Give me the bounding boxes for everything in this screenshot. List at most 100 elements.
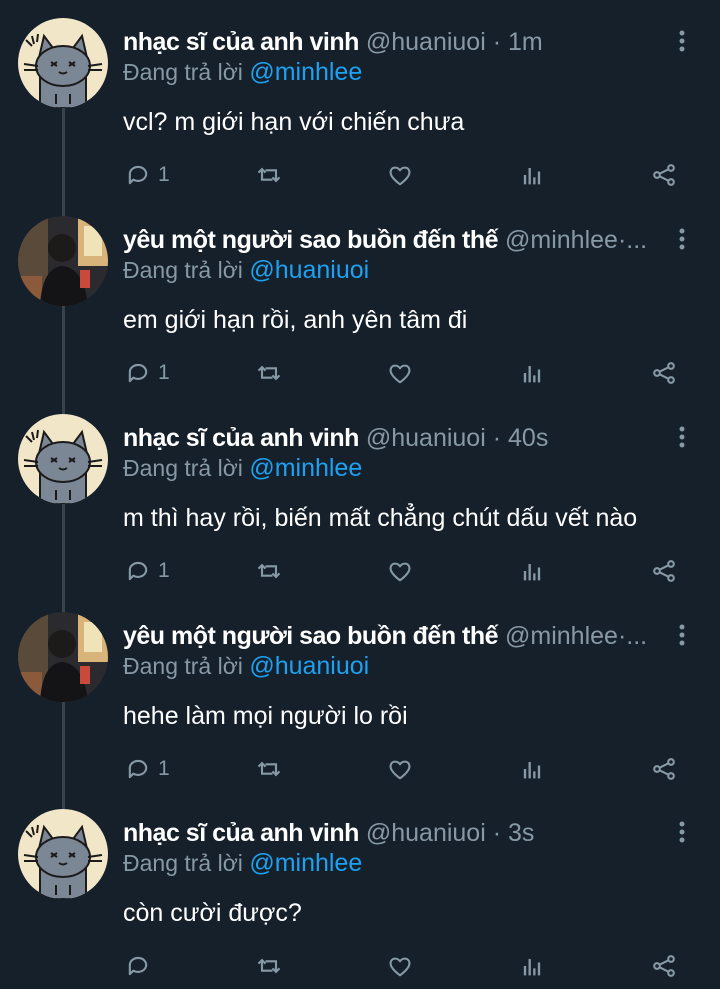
avatar[interactable]: [18, 18, 108, 108]
more-options-icon[interactable]: [670, 224, 694, 254]
tweet[interactable]: nhạc sĩ của anh vinh @huaniuoi · 3s Đang…: [0, 791, 720, 989]
analytics-button[interactable]: [518, 754, 546, 784]
reply-button[interactable]: [124, 951, 158, 981]
display-name[interactable]: nhạc sĩ của anh vinh: [123, 819, 359, 847]
tweet[interactable]: nhạc sĩ của anh vinh @huaniuoi · 1m Đang…: [0, 0, 720, 198]
user-handle[interactable]: @minhlee: [505, 622, 618, 650]
tweet[interactable]: yêu một người sao buồn đến thế @minhlee·…: [0, 594, 720, 792]
retweet-icon: [255, 755, 283, 783]
tweet[interactable]: yêu một người sao buồn đến thế @minhlee·…: [0, 198, 720, 396]
mention-link[interactable]: @minhlee: [249, 454, 362, 482]
retweet-icon: [255, 952, 283, 980]
user-handle[interactable]: @huaniuoi: [366, 819, 486, 847]
timestamp[interactable]: 3s: [508, 819, 534, 847]
avatar[interactable]: [18, 216, 108, 306]
avatar[interactable]: [18, 809, 108, 899]
analytics-icon: [518, 161, 546, 189]
separator: ·...: [617, 622, 648, 650]
tweet-text: em giới hạn rồi, anh yên tâm đi: [123, 306, 468, 334]
analytics-button[interactable]: [518, 951, 546, 981]
share-button[interactable]: [650, 951, 678, 981]
user-handle[interactable]: @huaniuoi: [366, 28, 486, 56]
reply-button[interactable]: 1: [124, 754, 170, 784]
mention-link[interactable]: @huaniuoi: [249, 256, 369, 284]
display-name[interactable]: yêu một người sao buồn đến thế: [123, 226, 499, 254]
share-button[interactable]: [650, 754, 678, 784]
retweet-button[interactable]: [255, 160, 283, 190]
user-handle[interactable]: @huaniuoi: [366, 424, 486, 452]
separator: ·: [492, 424, 502, 452]
more-options-icon[interactable]: [670, 817, 694, 847]
reply-count: 1: [158, 559, 170, 582]
more-options-icon[interactable]: [670, 620, 694, 650]
tweet[interactable]: nhạc sĩ của anh vinh @huaniuoi · 40s Đan…: [0, 396, 720, 594]
retweet-button[interactable]: [255, 358, 283, 388]
like-icon: [386, 952, 414, 980]
share-icon: [650, 755, 678, 783]
analytics-button[interactable]: [518, 556, 546, 586]
share-icon: [650, 952, 678, 980]
reply-count: 1: [158, 757, 170, 780]
like-button[interactable]: [386, 754, 414, 784]
timestamp[interactable]: 1m: [508, 28, 543, 56]
like-button[interactable]: [386, 556, 414, 586]
reply-icon: [124, 952, 152, 980]
analytics-icon: [518, 952, 546, 980]
replying-label: Đang trả lời: [123, 59, 243, 85]
reply-button[interactable]: 1: [124, 160, 170, 190]
analytics-icon: [518, 557, 546, 585]
analytics-button[interactable]: [518, 160, 546, 190]
share-icon: [650, 359, 678, 387]
replying-label: Đang trả lời: [123, 257, 243, 283]
retweet-button[interactable]: [255, 556, 283, 586]
reply-icon: [124, 755, 152, 783]
like-button[interactable]: [386, 951, 414, 981]
share-button[interactable]: [650, 160, 678, 190]
like-icon: [386, 557, 414, 585]
more-options-icon[interactable]: [670, 26, 694, 56]
share-button[interactable]: [650, 556, 678, 586]
analytics-button[interactable]: [518, 358, 546, 388]
separator: ·...: [617, 226, 648, 254]
like-icon: [386, 161, 414, 189]
display-name[interactable]: yêu một người sao buồn đến thế: [123, 622, 499, 650]
replying-label: Đang trả lời: [123, 850, 243, 876]
display-name[interactable]: nhạc sĩ của anh vinh: [123, 424, 359, 452]
retweet-button[interactable]: [255, 951, 283, 981]
user-handle[interactable]: @minhlee: [505, 226, 618, 254]
tweet-header: nhạc sĩ của anh vinh @huaniuoi · 3s: [123, 818, 668, 848]
replying-to: Đang trả lời @minhlee: [123, 849, 362, 877]
replying-label: Đang trả lời: [123, 455, 243, 481]
mention-link[interactable]: @minhlee: [249, 58, 362, 86]
mention-link[interactable]: @huaniuoi: [249, 652, 369, 680]
photo-avatar-icon: [18, 216, 108, 306]
timestamp[interactable]: 40s: [508, 424, 548, 452]
cat-avatar-icon: [18, 809, 108, 899]
avatar[interactable]: [18, 612, 108, 702]
tweet-text: còn cười được?: [123, 899, 302, 927]
mention-link[interactable]: @minhlee: [249, 849, 362, 877]
like-button[interactable]: [386, 160, 414, 190]
tweet-header: nhạc sĩ của anh vinh @huaniuoi · 40s: [123, 423, 668, 453]
replying-to: Đang trả lời @huaniuoi: [123, 256, 369, 284]
tweet-header: nhạc sĩ của anh vinh @huaniuoi · 1m: [123, 27, 668, 57]
share-button[interactable]: [650, 358, 678, 388]
like-icon: [386, 755, 414, 783]
replying-to: Đang trả lời @huaniuoi: [123, 652, 369, 680]
like-button[interactable]: [386, 358, 414, 388]
display-name[interactable]: nhạc sĩ của anh vinh: [123, 28, 359, 56]
tweet-header: yêu một người sao buồn đến thế @minhlee·…: [123, 225, 668, 255]
cat-avatar-icon: [18, 414, 108, 504]
tweet-text: m thì hay rồi, biến mất chẳng chút dấu v…: [123, 504, 638, 532]
reply-icon: [124, 557, 152, 585]
reply-button[interactable]: 1: [124, 556, 170, 586]
analytics-icon: [518, 359, 546, 387]
reply-icon: [124, 161, 152, 189]
cat-avatar-icon: [18, 18, 108, 108]
retweet-icon: [255, 557, 283, 585]
retweet-button[interactable]: [255, 754, 283, 784]
tweet-text: hehe làm mọi người lo rồi: [123, 702, 408, 730]
reply-button[interactable]: 1: [124, 358, 170, 388]
more-options-icon[interactable]: [670, 422, 694, 452]
avatar[interactable]: [18, 414, 108, 504]
